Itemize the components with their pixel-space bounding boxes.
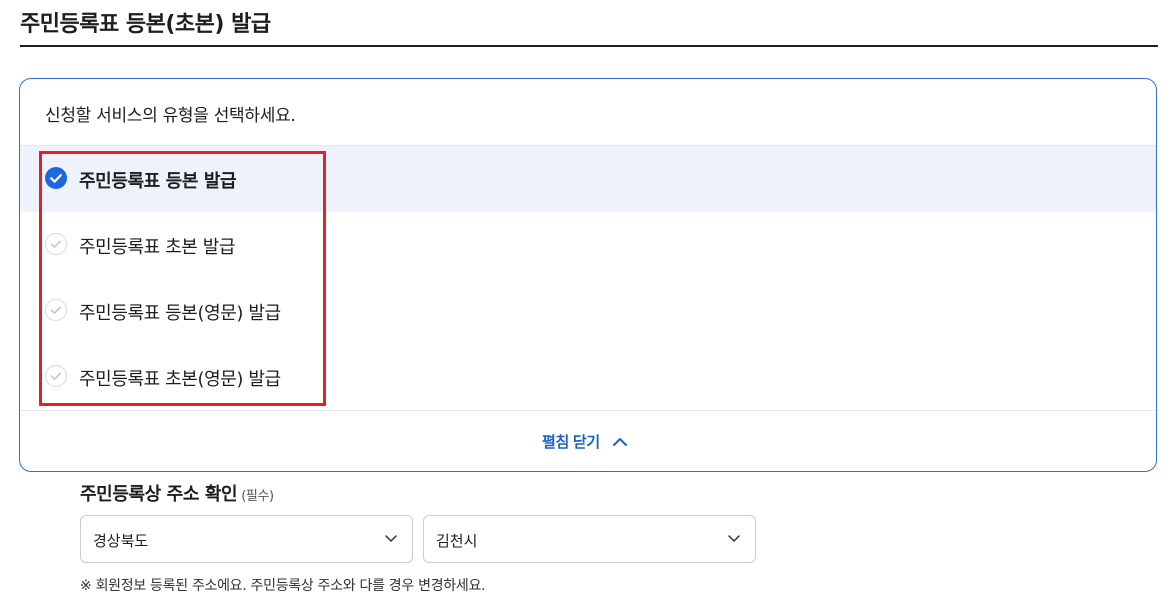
option-label: 주민등록표 초본 발급: [79, 237, 236, 258]
collapse-button[interactable]: 펼침 닫기: [20, 411, 1156, 471]
option-label: 주민등록표 등본(영문) 발급: [79, 303, 281, 324]
option-resident-copy-english[interactable]: 주민등록표 등본(영문) 발급: [20, 278, 1156, 344]
address-notice: ※ 회원정보 등록된 주소에요. 주민등록상 주소와 다를 경우 변경하세요.: [80, 578, 486, 594]
address-heading-text: 주민등록상 주소 확인: [80, 484, 238, 505]
option-label: 주민등록표 초본(영문) 발급: [79, 369, 281, 390]
check-circle-outline-icon: [45, 365, 67, 387]
check-circle-filled-icon: [45, 167, 67, 189]
title-divider: [20, 45, 1158, 47]
collapse-label: 펼침 닫기: [542, 434, 600, 451]
collapse-button-content: 펼침 닫기: [542, 431, 628, 452]
page-title: 주민등록표 등본(초본) 발급: [20, 12, 271, 37]
service-type-prompt: 신청할 서비스의 유형을 선택하세요.: [45, 106, 296, 126]
service-type-panel: 신청할 서비스의 유형을 선택하세요. 주민등록표 등본 발급 주민등록표 초본…: [19, 78, 1157, 472]
check-circle-outline-icon: [45, 299, 67, 321]
check-circle-outline-icon: [45, 233, 67, 255]
city-select-value: 김천시: [436, 532, 478, 550]
province-select[interactable]: 경상북도: [80, 515, 413, 563]
chevron-up-icon: [612, 437, 627, 446]
option-resident-abstract[interactable]: 주민등록표 초본 발급: [20, 212, 1156, 278]
required-marker: (필수): [241, 489, 274, 504]
province-select-value: 경상북도: [93, 532, 149, 550]
address-section-heading: 주민등록상 주소 확인 (필수): [80, 480, 274, 506]
option-label: 주민등록표 등본 발급: [79, 171, 237, 192]
chevron-down-icon: [385, 535, 397, 542]
option-resident-abstract-english[interactable]: 주민등록표 초본(영문) 발급: [20, 344, 1156, 410]
chevron-down-icon: [728, 535, 740, 542]
option-resident-copy[interactable]: 주민등록표 등본 발급: [20, 146, 1156, 212]
city-select[interactable]: 김천시: [423, 515, 756, 563]
